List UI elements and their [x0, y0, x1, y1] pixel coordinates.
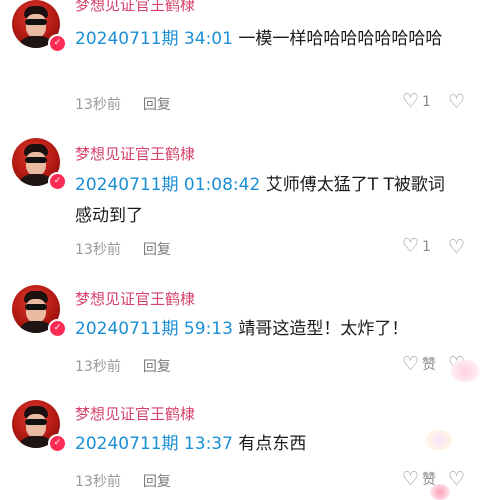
comment-body: 靖哥这造型！太炸了！: [232, 319, 409, 339]
comment-text: 20240711期 01:08:42 艾师傅太猛了T T被歌词感动到了: [75, 170, 455, 232]
like-button[interactable]: ♡ 1: [402, 92, 431, 111]
heart-outline-icon: ♡: [402, 352, 420, 375]
time-ago: 13秒前: [75, 474, 121, 490]
video-timestamp-link[interactable]: 20240711期 13:37: [75, 434, 233, 454]
reply-button[interactable]: 回复: [143, 359, 171, 375]
video-timestamp-link[interactable]: 20240711期 59:13: [75, 319, 233, 339]
reply-button[interactable]: 回复: [143, 97, 171, 113]
like-count: 赞: [422, 357, 437, 373]
broken-heart-icon[interactable]: ♡: [448, 468, 465, 490]
verified-badge-icon: ✓: [48, 319, 67, 338]
comment-text: 20240711期 59:13 靖哥这造型！太炸了！: [75, 314, 455, 345]
comment-text: 20240711期 34:01 一模一样哈哈哈哈哈哈哈哈: [75, 24, 455, 55]
comment-username[interactable]: 梦想见证官王鹤棣: [75, 0, 195, 15]
comment-username[interactable]: 梦想见证官王鹤棣: [75, 288, 195, 309]
avatar[interactable]: ✓: [12, 138, 67, 191]
comment-meta: 13秒前 回复: [75, 471, 171, 491]
broken-heart-icon[interactable]: ♡: [448, 236, 465, 258]
like-count: 1: [422, 238, 431, 255]
time-ago: 13秒前: [75, 97, 121, 113]
like-button[interactable]: ♡ 1: [402, 237, 431, 256]
time-ago: 13秒前: [75, 359, 121, 375]
verified-badge-icon: ✓: [48, 172, 67, 191]
comment-username[interactable]: 梦想见证官王鹤棣: [75, 143, 195, 164]
broken-heart-icon[interactable]: ♡: [448, 91, 465, 113]
heart-outline-icon: ♡: [402, 235, 420, 257]
avatar[interactable]: ✓: [12, 285, 67, 338]
like-button[interactable]: ♡ 赞: [402, 469, 436, 489]
avatar[interactable]: ✓: [12, 0, 67, 53]
broken-heart-icon[interactable]: ♡: [448, 353, 465, 375]
reply-button[interactable]: 回复: [143, 242, 171, 258]
comment-username[interactable]: 梦想见证官王鹤棣: [75, 403, 195, 424]
heart-outline-icon: ♡: [402, 90, 420, 112]
comment-text: 20240711期 13:37 有点东西: [75, 429, 455, 460]
comment-meta: 13秒前 回复: [75, 356, 171, 376]
verified-badge-icon: ✓: [48, 34, 67, 53]
video-timestamp-link[interactable]: 20240711期 34:01: [75, 29, 233, 49]
avatar[interactable]: ✓: [12, 400, 67, 453]
like-count: 赞: [422, 472, 437, 488]
comment-meta: 13秒前 回复: [75, 94, 171, 114]
comment-body: 有点东西: [232, 434, 307, 454]
heart-outline-icon: ♡: [402, 467, 420, 490]
video-timestamp-link[interactable]: 20240711期 01:08:42: [75, 175, 260, 195]
reply-button[interactable]: 回复: [143, 474, 171, 490]
comment-meta: 13秒前 回复: [75, 239, 171, 259]
time-ago: 13秒前: [75, 242, 121, 258]
verified-badge-icon: ✓: [48, 434, 67, 453]
like-button[interactable]: ♡ 赞: [402, 354, 436, 374]
comment-body: 一模一样哈哈哈哈哈哈哈哈: [232, 29, 443, 49]
like-count: 1: [422, 93, 431, 110]
